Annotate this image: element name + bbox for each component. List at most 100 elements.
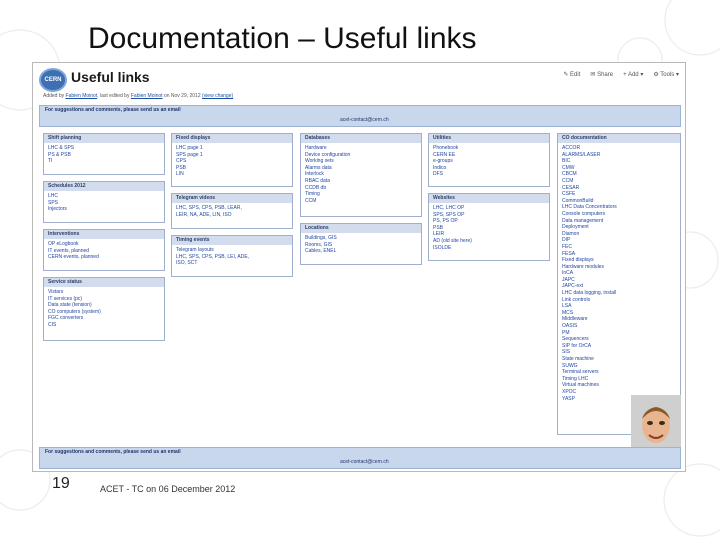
- list-item[interactable]: Data management: [562, 218, 676, 225]
- section-shift-planning: Shift planning LHC & SPS PS & PSB TI: [43, 133, 165, 175]
- list-item[interactable]: PS, PS OP: [433, 218, 545, 225]
- list-item[interactable]: CPS: [176, 158, 288, 165]
- list-item[interactable]: Terminal servers: [562, 369, 676, 376]
- list-item[interactable]: Indico: [433, 165, 545, 172]
- list-item[interactable]: CBCM: [562, 171, 676, 178]
- list-item[interactable]: FESA: [562, 251, 676, 258]
- list-item[interactable]: LHC data logging, install: [562, 290, 676, 297]
- list-item[interactable]: TI: [48, 158, 160, 165]
- list-item[interactable]: CSFE: [562, 191, 676, 198]
- list-item[interactable]: Diamon: [562, 231, 676, 238]
- list-item[interactable]: LIN: [176, 171, 288, 178]
- list-item[interactable]: Injectors: [48, 206, 160, 213]
- list-item[interactable]: CommonBuild: [562, 198, 676, 205]
- list-item[interactable]: Timing LHC: [562, 376, 676, 383]
- list-item[interactable]: Link controls: [562, 297, 676, 304]
- list-item[interactable]: FEC: [562, 244, 676, 251]
- list-item[interactable]: Middleware: [562, 316, 676, 323]
- list-item[interactable]: Virtual machines: [562, 382, 676, 389]
- list-item[interactable]: ISOLDE: [433, 245, 545, 252]
- cern-logo[interactable]: CERN: [39, 68, 67, 92]
- view-change-link[interactable]: (view change): [202, 93, 233, 99]
- list-item[interactable]: BIC: [562, 158, 676, 165]
- list-item[interactable]: IT events, planned: [48, 248, 160, 255]
- list-item[interactable]: Data state (tension): [48, 302, 160, 309]
- list-item[interactable]: Timing: [305, 191, 417, 198]
- list-item[interactable]: PM: [562, 330, 676, 337]
- list-item[interactable]: PS & PSB: [48, 152, 160, 159]
- list-item[interactable]: SPS: [48, 200, 160, 207]
- list-item[interactable]: SUWG: [562, 363, 676, 370]
- share-button[interactable]: ✉ Share: [590, 71, 613, 78]
- list-item[interactable]: Hardware: [305, 145, 417, 152]
- list-item[interactable]: ALARMS/LASER: [562, 152, 676, 159]
- list-item[interactable]: LSA: [562, 303, 676, 310]
- last-editor-link[interactable]: Fabien Moinot: [131, 93, 163, 99]
- section-databases: Databases Hardware Device configuration Wo…: [300, 133, 422, 217]
- list-item[interactable]: CMW: [562, 165, 676, 172]
- list-item[interactable]: Vistars: [48, 289, 160, 296]
- list-item[interactable]: LEIR: [433, 231, 545, 238]
- list-item[interactable]: OP eLogbook: [48, 241, 160, 248]
- list-item[interactable]: Working sets: [305, 158, 417, 165]
- list-item[interactable]: Fixed displays: [562, 257, 676, 264]
- list-item[interactable]: Cables, ENEL: [305, 248, 417, 255]
- list-item[interactable]: LHC page 1: [176, 145, 288, 152]
- list-item[interactable]: LHC, SPS, CPS, PSB, LEI, ADE,: [176, 254, 288, 261]
- list-item[interactable]: LHC, LHC OP: [433, 205, 545, 212]
- list-item[interactable]: DFS: [433, 171, 545, 178]
- list-item[interactable]: Interlock: [305, 171, 417, 178]
- list-item[interactable]: Telegram layouts: [176, 247, 288, 254]
- list-item[interactable]: SPS, SPS OP: [433, 212, 545, 219]
- list-item[interactable]: DIP: [562, 237, 676, 244]
- author-link[interactable]: Fabien Moinot: [66, 93, 98, 99]
- list-item[interactable]: CCM: [562, 178, 676, 185]
- list-item[interactable]: CIS: [48, 322, 160, 329]
- list-item[interactable]: State machine: [562, 356, 676, 363]
- list-item[interactable]: PSB: [433, 225, 545, 232]
- list-item[interactable]: Phonebook: [433, 145, 545, 152]
- list-item[interactable]: CERN events, planned: [48, 254, 160, 261]
- list-item[interactable]: OASIS: [562, 323, 676, 330]
- list-item[interactable]: LHC Data Concentrators: [562, 204, 676, 211]
- list-item[interactable]: e-groups: [433, 158, 545, 165]
- list-item[interactable]: IT services (pc): [48, 296, 160, 303]
- list-item[interactable]: SIP for OrCA: [562, 343, 676, 350]
- list-item[interactable]: JAPC: [562, 277, 676, 284]
- list-item[interactable]: RBAC data: [305, 178, 417, 185]
- contact-email-bottom[interactable]: acet-contact@cern.ch: [340, 459, 389, 465]
- list-item[interactable]: ISO, SCT: [176, 260, 288, 267]
- list-item[interactable]: Device configuration: [305, 152, 417, 159]
- list-item[interactable]: LHC & SPS: [48, 145, 160, 152]
- list-item[interactable]: CERN EE: [433, 152, 545, 159]
- list-item[interactable]: SPS page 1: [176, 152, 288, 159]
- list-item[interactable]: SIS: [562, 349, 676, 356]
- edit-button[interactable]: ✎ Edit: [563, 71, 580, 78]
- contact-email-top[interactable]: acet-contact@cern.ch: [340, 117, 389, 123]
- list-item[interactable]: PSB: [176, 165, 288, 172]
- section-co-documentation: CO documentation ACCOR ALARMS/LASER BIC CMW…: [557, 133, 681, 435]
- list-item[interactable]: Hardware modules: [562, 264, 676, 271]
- list-item[interactable]: CCM: [305, 198, 417, 205]
- list-item[interactable]: MCS: [562, 310, 676, 317]
- list-item[interactable]: LHC, SPS, CPS, PSB, LEAR,: [176, 205, 288, 212]
- list-item[interactable]: CCDB db: [305, 185, 417, 192]
- list-item[interactable]: Alarms data: [305, 165, 417, 172]
- list-item[interactable]: AD (old site here): [433, 238, 545, 245]
- list-item[interactable]: Sequencers: [562, 336, 676, 343]
- tools-menu[interactable]: ⚙ Tools ▾: [653, 71, 679, 78]
- list-item[interactable]: FGC converters: [48, 315, 160, 322]
- list-item[interactable]: Console computers: [562, 211, 676, 218]
- list-item[interactable]: CO computers (system): [48, 309, 160, 316]
- list-item[interactable]: CESAR: [562, 185, 676, 192]
- list-item[interactable]: LEIR, NA, ADE, LIN, ISO: [176, 212, 288, 219]
- list-item[interactable]: Buildings, GIS: [305, 235, 417, 242]
- list-item[interactable]: LHC: [48, 193, 160, 200]
- list-item[interactable]: InCA: [562, 270, 676, 277]
- list-item[interactable]: ACCOR: [562, 145, 676, 152]
- list-item[interactable]: Rooms, GIS: [305, 242, 417, 249]
- list-item[interactable]: JAPC-ext: [562, 283, 676, 290]
- section-fixed-displays: Fixed displays LHC page 1 SPS page 1 CPS PS…: [171, 133, 293, 187]
- list-item[interactable]: Deployment: [562, 224, 676, 231]
- add-menu[interactable]: + Add ▾: [623, 71, 643, 78]
